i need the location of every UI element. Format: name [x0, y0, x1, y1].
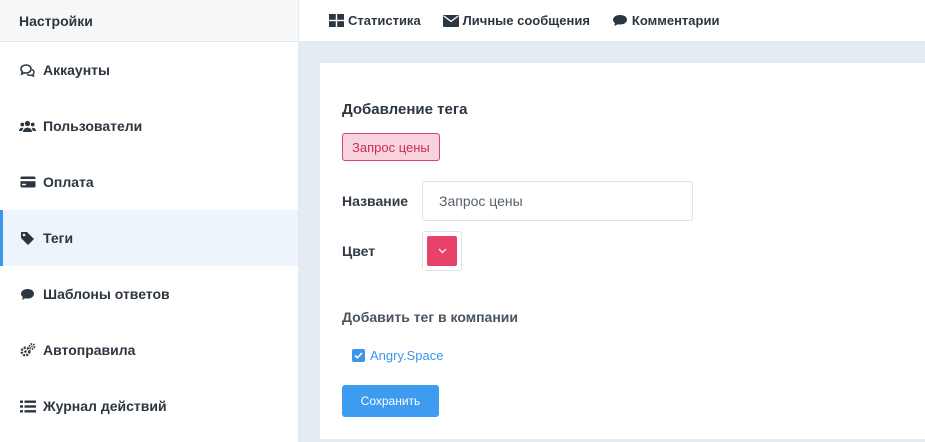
color-picker[interactable]	[422, 231, 462, 271]
tag-name-input[interactable]	[422, 181, 693, 221]
tag-icon	[19, 231, 36, 245]
add-tag-form: Добавление тега Запрос цены Название Цве…	[320, 63, 925, 439]
company-label: Angry.Space	[370, 348, 444, 363]
chevron-down-icon	[438, 248, 446, 254]
company-checkbox-row[interactable]: Angry.Space	[352, 348, 443, 363]
gears-icon	[19, 343, 36, 357]
users-icon	[19, 119, 36, 133]
save-button[interactable]: Сохранить	[342, 385, 439, 417]
sidebar-title: Настройки	[0, 0, 298, 42]
nav-statistics[interactable]: Статистика	[329, 13, 421, 28]
comment-icon	[612, 15, 627, 26]
form-title: Добавление тега	[342, 101, 468, 118]
sidebar-item-accounts[interactable]: Аккаунты	[0, 42, 298, 98]
chat-bubbles-icon	[19, 63, 36, 77]
list-icon	[19, 399, 36, 413]
sidebar-item-label: Шаблоны ответов	[43, 286, 170, 302]
tag-preview: Запрос цены	[342, 133, 440, 161]
sidebar-item-label: Автоправила	[43, 342, 136, 358]
envelope-icon	[442, 14, 459, 27]
sidebar-item-label: Теги	[43, 230, 74, 246]
name-label: Название	[342, 193, 409, 209]
sidebar-item-label: Пользователи	[43, 118, 143, 134]
sidebar-item-templates[interactable]: Шаблоны ответов	[0, 266, 298, 322]
color-label: Цвет	[342, 243, 376, 259]
sidebar-item-label: Журнал действий	[43, 398, 167, 414]
comment-icon	[19, 287, 36, 301]
sidebar-item-autorules[interactable]: Автоправила	[0, 322, 298, 378]
color-swatch	[427, 236, 457, 266]
sidebar-item-payment[interactable]: Оплата	[0, 154, 298, 210]
sidebar-item-users[interactable]: Пользователи	[0, 98, 298, 154]
nav-comments-label: Комментарии	[631, 13, 720, 28]
sidebar: Настройки Аккаунты Пользователи Оплата Т…	[0, 0, 299, 442]
sidebar-item-label: Аккаунты	[43, 62, 110, 78]
checkmark-icon	[354, 352, 363, 359]
sidebar-item-label: Оплата	[43, 174, 94, 190]
companies-title: Добавить тег в компании	[342, 309, 519, 325]
nav-messages-label: Личные сообщения	[462, 13, 590, 28]
company-checkbox[interactable]	[352, 349, 365, 362]
nav-messages[interactable]: Личные сообщения	[442, 13, 590, 28]
sidebar-item-action-log[interactable]: Журнал действий	[0, 378, 298, 434]
top-nav: Статистика Личные сообщения Комментарии	[299, 0, 925, 42]
sidebar-item-tags[interactable]: Теги	[0, 210, 298, 266]
credit-card-icon	[19, 175, 36, 189]
dashboard-icon	[329, 14, 344, 27]
nav-comments[interactable]: Комментарии	[612, 13, 720, 28]
nav-statistics-label: Статистика	[348, 13, 421, 28]
